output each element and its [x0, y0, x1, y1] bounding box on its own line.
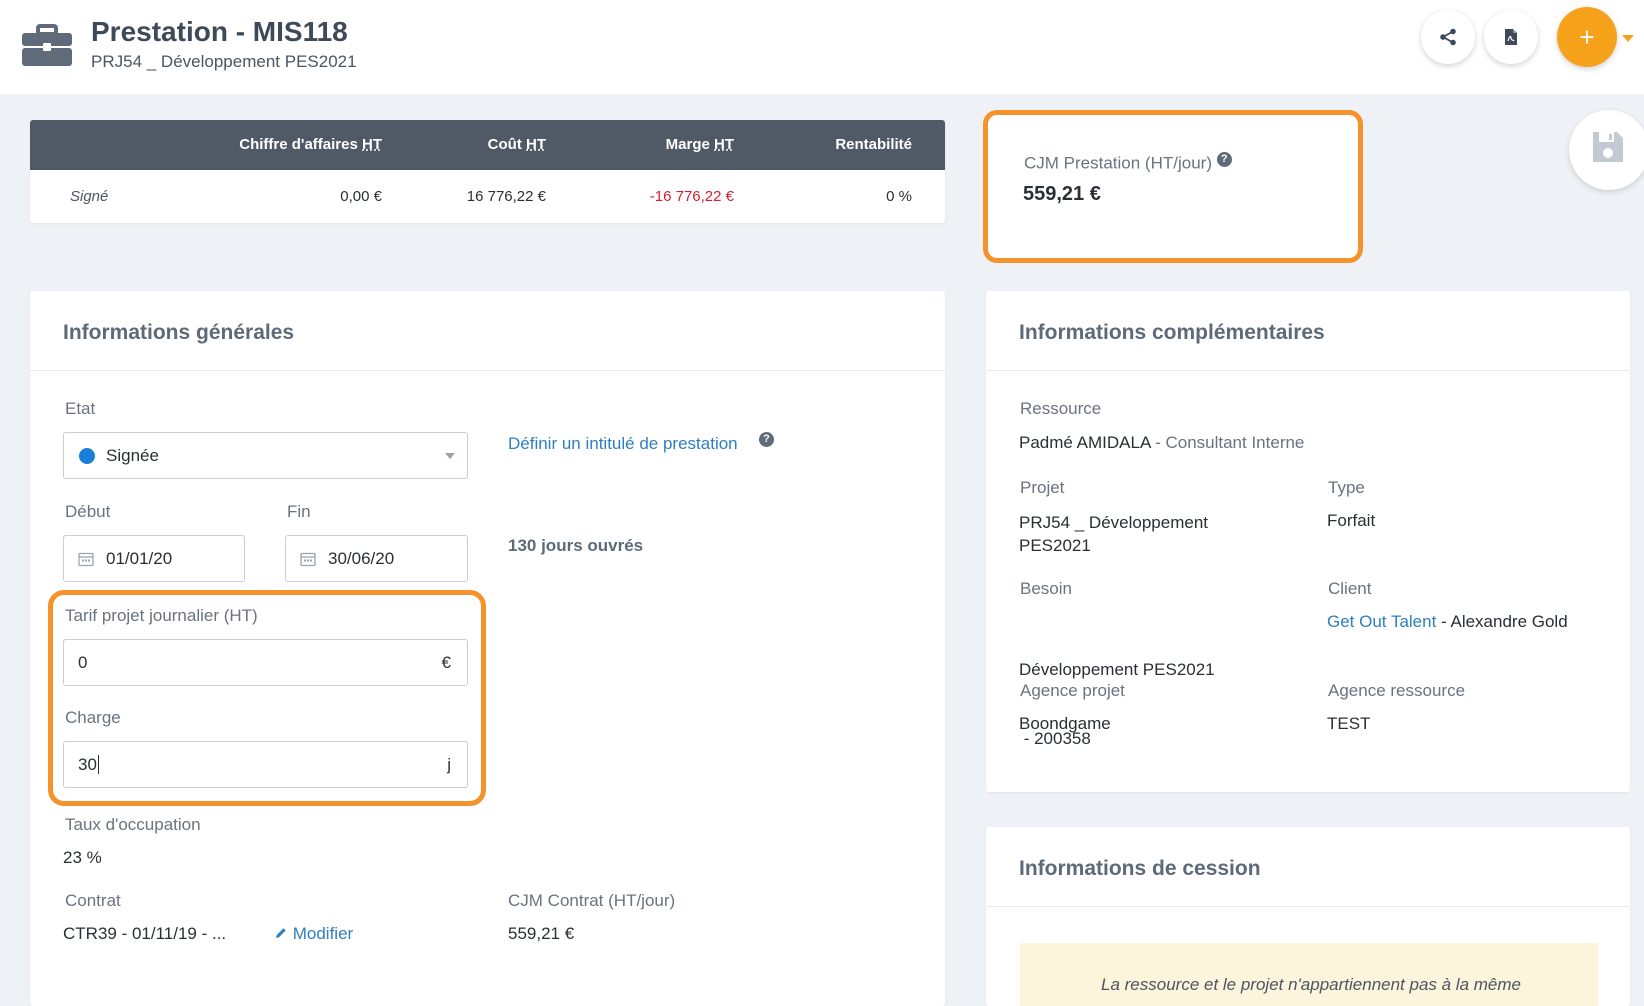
fin-date-field[interactable]: 30/06/20 — [285, 535, 468, 582]
client-contact[interactable]: Alexandre Gold — [1450, 612, 1567, 631]
occupation-value: 23 % — [63, 848, 102, 867]
debut-date-value: 01/01/20 — [106, 549, 173, 568]
ressource-role: - Consultant Interne — [1155, 433, 1305, 452]
table-header-row: Chiffre d'affaires HT Coût HT Marge HT R… — [30, 120, 945, 170]
row-label-signed: Signé — [70, 188, 109, 205]
agence-projet-value: Boondgame — [1019, 714, 1111, 733]
client-label: Client — [1328, 579, 1372, 598]
client-value: Get Out Talent - Alexandre Gold — [1327, 612, 1568, 631]
etat-select[interactable]: Signée — [63, 432, 468, 479]
working-days: 130 jours ouvrés — [508, 536, 644, 555]
calendar-icon — [78, 552, 94, 567]
card-title: Informations complémentaires — [1019, 321, 1325, 344]
fin-date-value: 30/06/20 — [328, 549, 395, 568]
besoin-label: Besoin — [1020, 579, 1072, 598]
agence-ressource-label: Agence ressource — [1328, 681, 1466, 700]
debut-date-field[interactable]: 01/01/20 — [63, 535, 245, 582]
page-header: Prestation - MIS118 PRJ54 _ Développemen… — [0, 0, 1644, 94]
tarif-charge-highlight — [48, 590, 486, 806]
chevron-down-icon — [445, 453, 455, 459]
divider — [30, 370, 945, 371]
modifier-link[interactable]: Modifier — [274, 924, 353, 944]
etat-label: Etat — [65, 399, 96, 418]
calendar-icon — [300, 552, 316, 567]
pencil-icon — [276, 928, 286, 938]
column-header-margin: Marge HT — [665, 136, 734, 153]
projet-value[interactable]: PRJ54 _ Développement PES2021 — [1019, 511, 1208, 557]
pdf-file-icon — [1505, 29, 1517, 45]
cjm-prestation-label: CJM Prestation (HT/jour) ? — [1024, 152, 1232, 174]
table-row: Signé 0,00 € 16 776,22 € -16 776,22 € 0 … — [30, 170, 945, 223]
cjm-prestation-box: CJM Prestation (HT/jour) ? 559,21 € — [983, 110, 1363, 263]
define-title-link[interactable]: Définir un intitulé de prestation — [508, 434, 738, 454]
type-label: Type — [1328, 478, 1365, 497]
debut-label: Début — [65, 502, 111, 521]
cjm-contrat-label: CJM Contrat (HT/jour) — [508, 891, 676, 910]
floppy-disk-icon — [1593, 132, 1623, 162]
complementary-info-card: Informations complémentaires Ressource P… — [986, 291, 1630, 792]
fin-label: Fin — [287, 502, 311, 521]
card-title: Informations générales — [63, 321, 295, 344]
profitability-value: 0 % — [886, 188, 912, 205]
projet-label: Projet — [1020, 478, 1065, 497]
cost-value: 16 776,22 € — [466, 188, 546, 205]
revenue-value: 0,00 € — [340, 188, 382, 205]
cjm-contrat-value: 559,21 € — [508, 924, 575, 943]
column-header-profitability: Rentabilité — [835, 136, 912, 153]
besoin-value[interactable]: Développement PES2021 - 200358 — [1019, 612, 1215, 796]
pdf-export-button[interactable] — [1484, 10, 1538, 64]
contrat-label: Contrat — [65, 891, 121, 910]
column-header-cost: Coût HT — [487, 136, 546, 153]
add-dropdown-caret-icon[interactable] — [1622, 35, 1634, 42]
card-title: Informations de cession — [1019, 857, 1261, 880]
etat-selected-value: Signée — [106, 446, 159, 465]
briefcase-icon — [22, 24, 72, 66]
help-icon[interactable]: ? — [1216, 152, 1232, 167]
save-button[interactable] — [1569, 110, 1644, 190]
share-icon — [1440, 28, 1456, 46]
margin-value: -16 776,22 € — [649, 188, 734, 205]
divider — [986, 906, 1630, 907]
occupation-label: Taux d'occupation — [65, 815, 201, 834]
type-value: Forfait — [1327, 511, 1376, 530]
page-subtitle: PRJ54 _ Développement PES2021 — [91, 52, 357, 71]
agence-projet-label: Agence projet — [1020, 681, 1125, 700]
divider — [986, 370, 1630, 371]
financial-summary-table: Chiffre d'affaires HT Coût HT Marge HT R… — [30, 120, 945, 223]
cession-notice-text: La ressource et le projet n'appartiennen… — [1101, 975, 1521, 994]
client-company-link[interactable]: Get Out Talent — [1327, 612, 1436, 631]
ressource-name[interactable]: Padmé AMIDALA — [1019, 433, 1150, 452]
contrat-value[interactable]: CTR39 - 01/11/19 - ... — [63, 924, 226, 944]
help-icon[interactable]: ? — [759, 432, 774, 447]
page-title: Prestation - MIS118 — [91, 16, 348, 47]
cjm-prestation-value: 559,21 € — [1023, 183, 1101, 205]
status-dot-icon — [79, 448, 95, 464]
column-header-revenue: Chiffre d'affaires HT — [239, 136, 382, 153]
add-button[interactable]: + — [1557, 7, 1617, 67]
ressource-value: Padmé AMIDALA - Consultant Interne — [1019, 433, 1304, 453]
agence-ressource-value: TEST — [1327, 714, 1371, 733]
cession-notice: La ressource et le projet n'appartiennen… — [1020, 943, 1598, 1006]
share-button[interactable] — [1421, 10, 1475, 64]
ressource-label: Ressource — [1020, 399, 1102, 418]
